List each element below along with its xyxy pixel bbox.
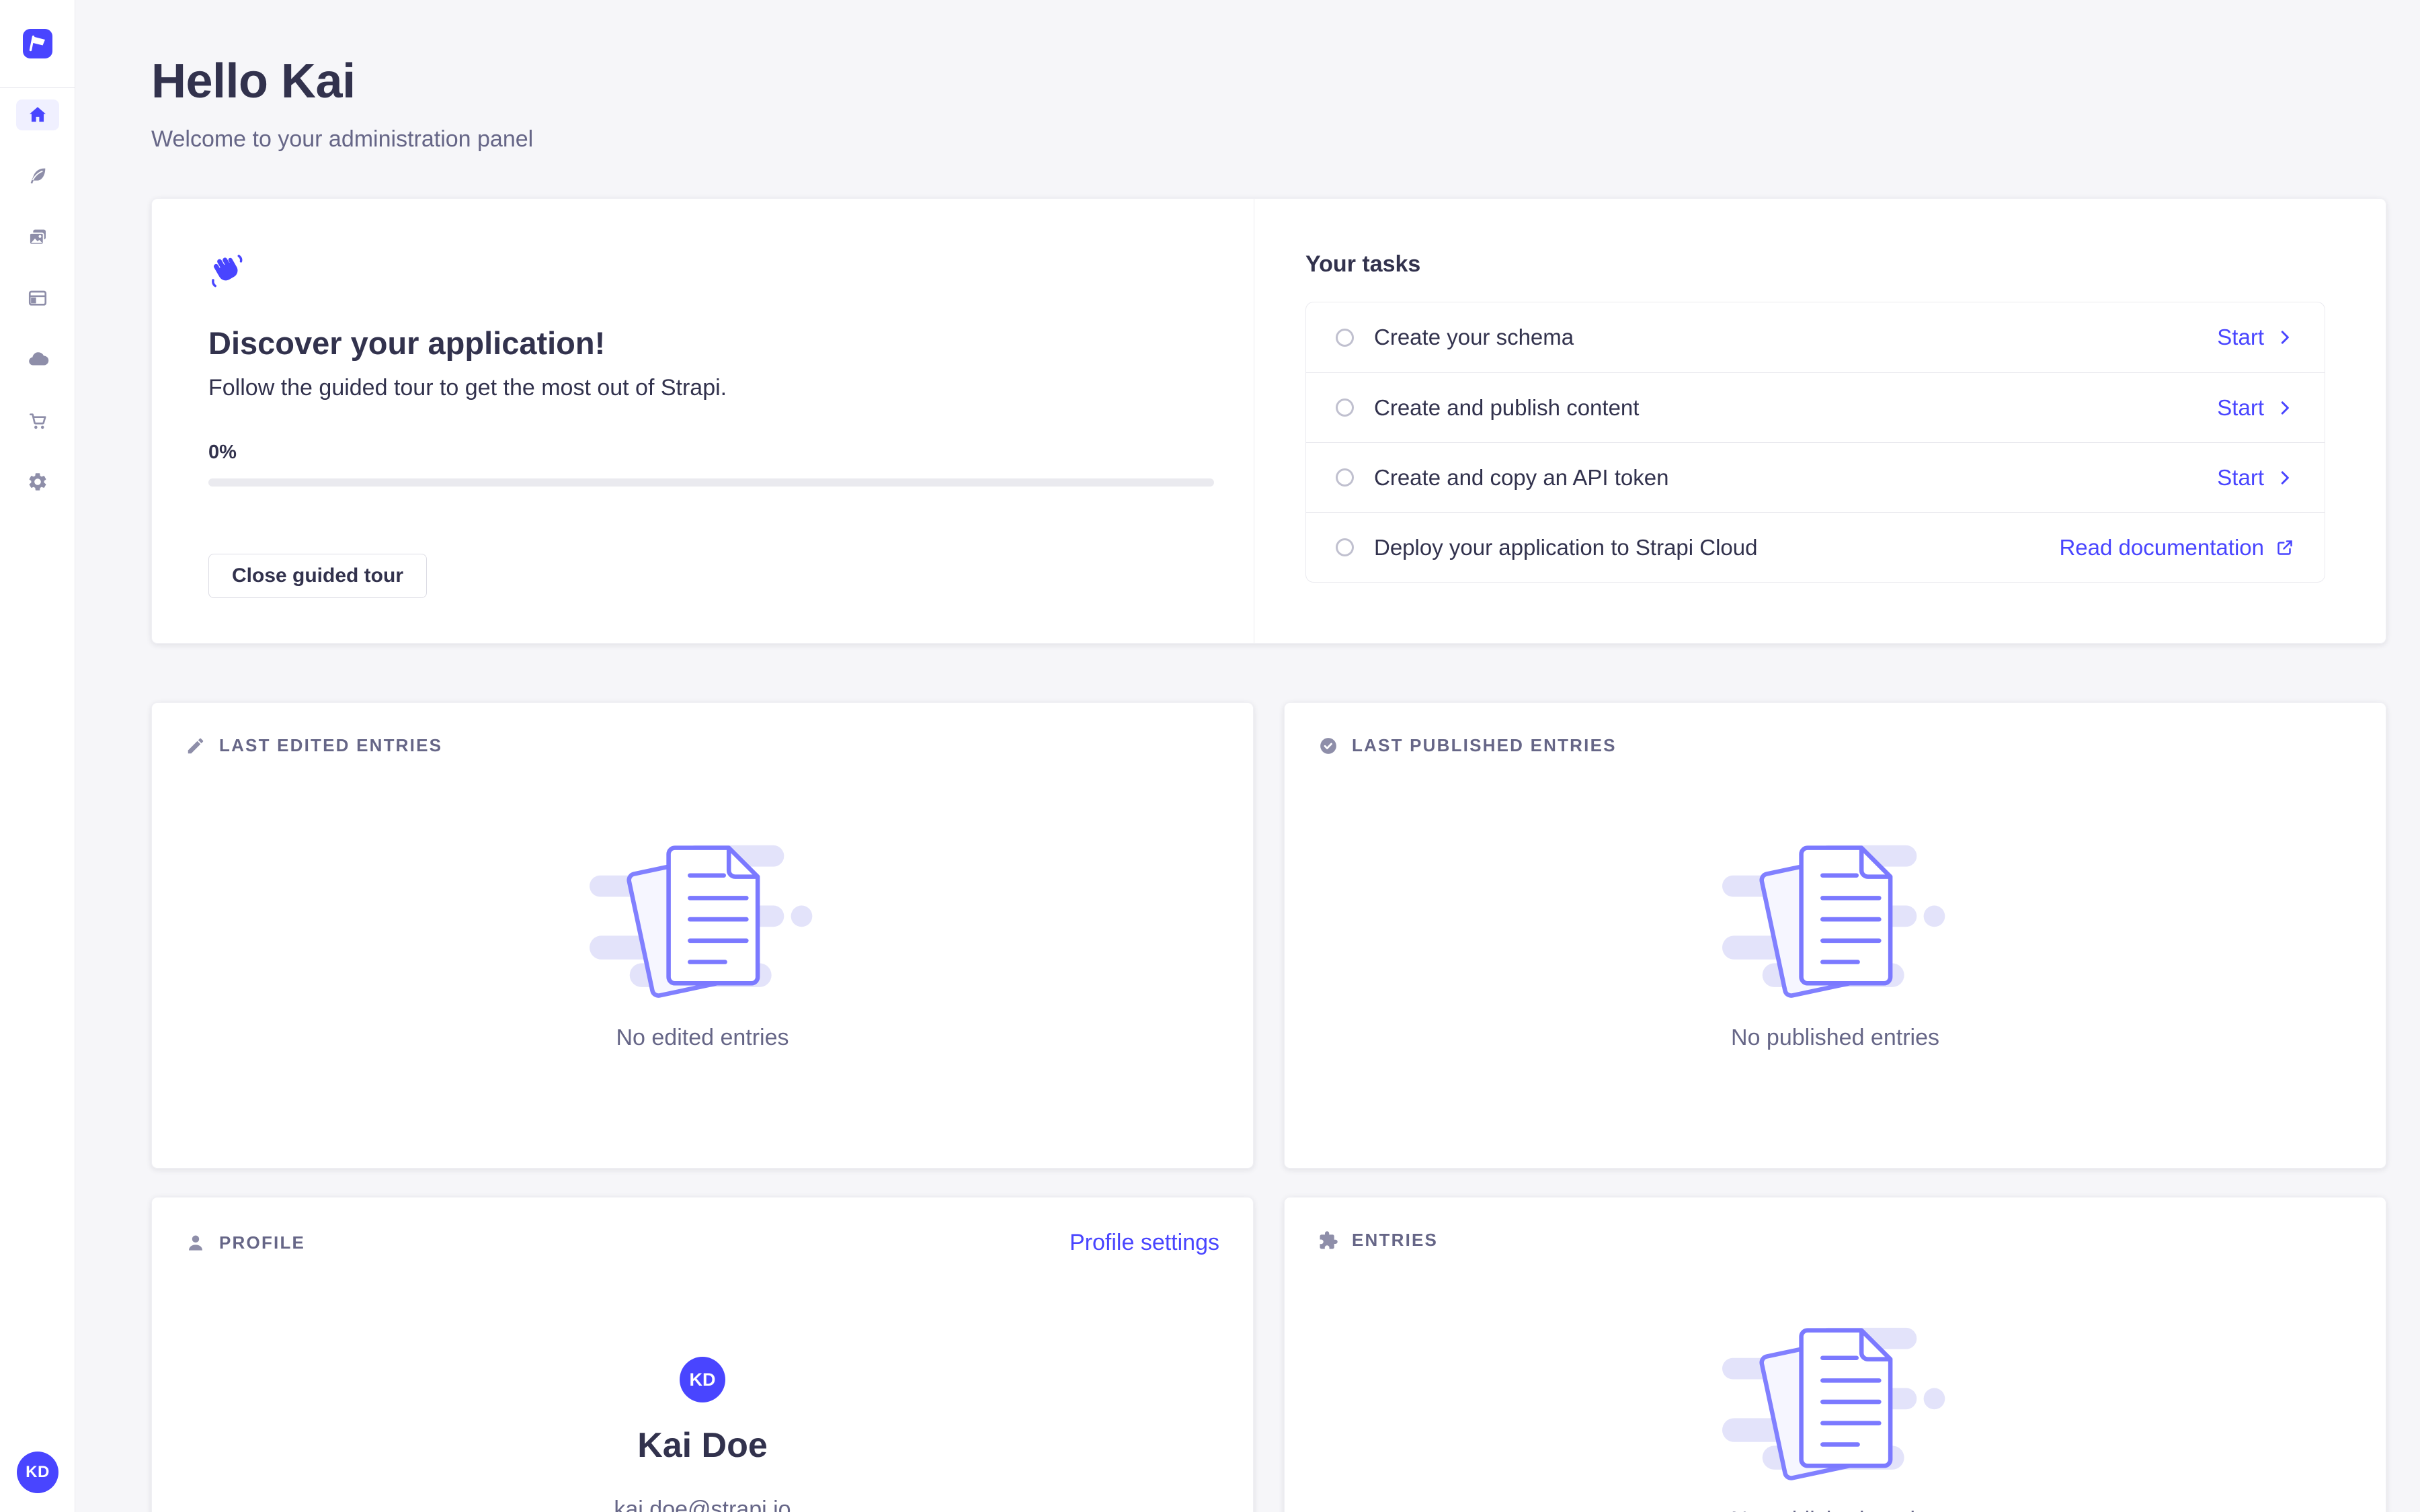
check-circle-icon (1318, 736, 1338, 756)
profile-card: PROFILE Profile settings KD Kai Doe kai.… (151, 1197, 1254, 1512)
last-edited-entries-card: LAST EDITED ENTRIES No edited entries (151, 702, 1254, 1169)
page-header: Hello Kai Welcome to your administration… (151, 54, 533, 153)
page-subtitle: Welcome to your administration panel (151, 126, 533, 153)
widget-title: LAST PUBLISHED ENTRIES (1352, 735, 1617, 756)
sidebar-item-cloud[interactable] (16, 344, 59, 375)
external-link-icon (2275, 538, 2295, 558)
task-row-publish-content: Create and publish content Start (1306, 372, 2325, 442)
task-start-link[interactable]: Start (2217, 465, 2295, 491)
task-label: Create and publish content (1374, 395, 1639, 421)
guided-tour-card: Discover your application! Follow the gu… (151, 198, 2386, 644)
widget-title: LAST EDITED ENTRIES (219, 735, 442, 756)
chevron-right-icon (2275, 327, 2295, 347)
profile-avatar-initials: KD (690, 1370, 716, 1390)
task-row-deploy-cloud: Deploy your application to Strapi Cloud … (1306, 512, 2325, 582)
empty-state-caption: No published entries (1731, 1025, 1939, 1051)
profile-settings-link[interactable]: Profile settings (1070, 1230, 1219, 1256)
task-start-link[interactable]: Start (2217, 325, 2295, 350)
guided-tour-subtitle: Follow the guided tour to get the most o… (208, 375, 1213, 401)
widget-title: PROFILE (219, 1232, 305, 1253)
profile-name: Kai Doe (637, 1425, 768, 1466)
strapi-logo (23, 29, 52, 58)
task-action-label: Start (2217, 465, 2264, 491)
home-icon (27, 104, 48, 126)
tasks-panel: Your tasks Create your schema Start Crea… (1254, 199, 2386, 643)
chevron-right-icon (2275, 398, 2295, 418)
strapi-flag-icon (24, 30, 51, 57)
widget-title: ENTRIES (1352, 1230, 1438, 1251)
empty-documents-illustration (1718, 835, 1953, 1005)
entries-card: ENTRIES No published entries (1284, 1197, 2386, 1512)
pencil-icon (186, 736, 206, 756)
feather-icon (27, 165, 48, 187)
task-action-label: Start (2217, 325, 2264, 350)
empty-state-caption: No published entries (1731, 1507, 1939, 1512)
media-library-icon (27, 226, 48, 248)
task-label: Create your schema (1374, 325, 1574, 350)
sidebar-item-marketplace[interactable] (16, 405, 59, 436)
content-type-builder-icon (27, 288, 48, 309)
task-status-circle (1336, 398, 1354, 417)
empty-state-caption: No edited entries (616, 1025, 789, 1051)
page-title: Hello Kai (151, 54, 533, 109)
empty-documents-illustration (1718, 1318, 1953, 1487)
guided-tour-title: Discover your application! (208, 325, 1213, 362)
user-avatar-button[interactable]: KD (17, 1452, 58, 1493)
sidebar: KD (0, 0, 75, 1512)
sidebar-item-content-type-builder[interactable] (16, 283, 59, 314)
task-read-documentation-link[interactable]: Read documentation (2059, 535, 2295, 560)
task-status-circle (1336, 538, 1354, 556)
task-action-label: Read documentation (2059, 535, 2264, 560)
tasks-list: Create your schema Start Create and publ… (1305, 302, 2325, 583)
sidebar-item-content-manager[interactable] (16, 161, 59, 192)
task-status-circle (1336, 468, 1354, 487)
empty-documents-illustration (585, 835, 820, 1005)
chevron-right-icon (2275, 468, 2295, 488)
task-row-create-schema: Create your schema Start (1306, 302, 2325, 372)
task-status-circle (1336, 329, 1354, 347)
guided-tour-panel: Discover your application! Follow the gu… (152, 199, 1254, 643)
task-label: Deploy your application to Strapi Cloud (1374, 535, 1758, 560)
settings-gear-icon (27, 471, 48, 493)
puzzle-icon (1318, 1230, 1338, 1251)
waving-hand-icon (208, 252, 246, 291)
tasks-title: Your tasks (1305, 251, 2325, 278)
person-icon (186, 1233, 206, 1253)
task-label: Create and copy an API token (1374, 465, 1668, 491)
close-guided-tour-button[interactable]: Close guided tour (208, 554, 427, 598)
task-action-label: Start (2217, 395, 2264, 421)
task-row-api-token: Create and copy an API token Start (1306, 442, 2325, 512)
profile-email: kai.doe@strapi.io (614, 1497, 791, 1512)
workspace-logo-button[interactable] (0, 0, 75, 88)
marketplace-cart-icon (27, 410, 48, 431)
cloud-icon (26, 348, 49, 371)
last-published-entries-card: LAST PUBLISHED ENTRIES No published entr… (1284, 702, 2386, 1169)
user-avatar-initials: KD (26, 1463, 50, 1482)
sidebar-item-settings[interactable] (16, 466, 59, 497)
progress-bar (208, 478, 1214, 487)
sidebar-item-home[interactable] (16, 99, 59, 130)
progress-label: 0% (208, 442, 1213, 464)
task-start-link[interactable]: Start (2217, 395, 2295, 421)
sidebar-item-media-library[interactable] (16, 222, 59, 253)
profile-avatar: KD (680, 1357, 725, 1402)
